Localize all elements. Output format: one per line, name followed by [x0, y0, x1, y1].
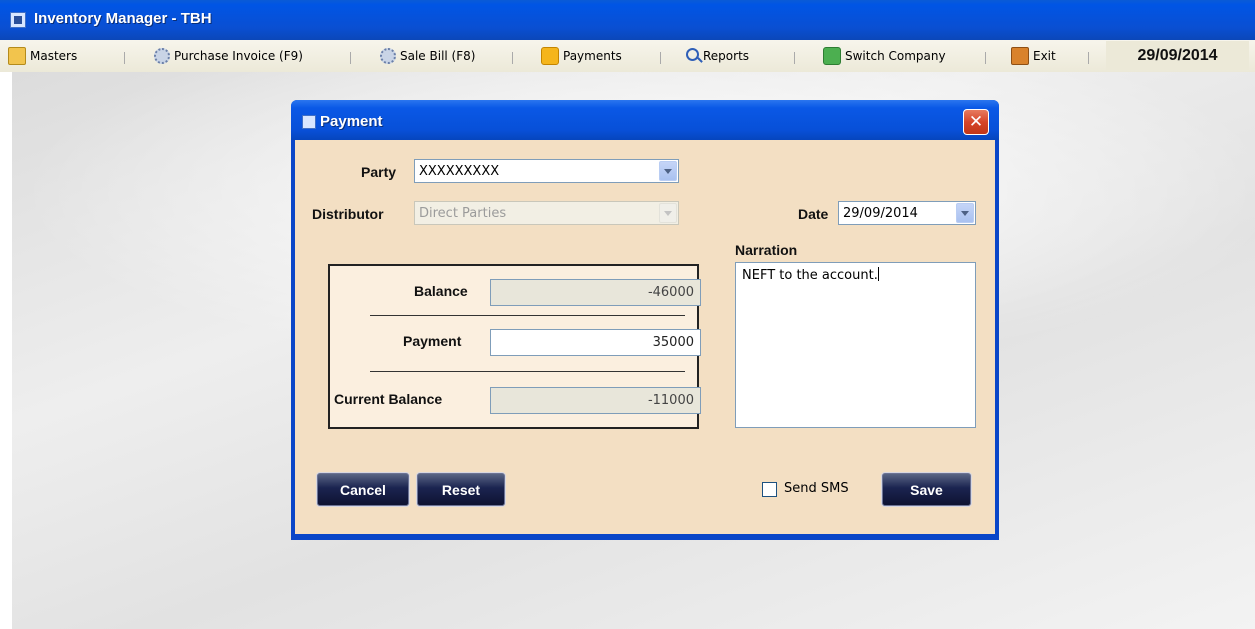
- chevron-down-icon: [659, 203, 677, 223]
- gear-icon: [380, 48, 396, 64]
- menu-reports[interactable]: Reports: [686, 47, 749, 65]
- menu-purchase-invoice[interactable]: Purchase Invoice (F9): [154, 47, 303, 65]
- menu-reports-label: Reports: [703, 49, 750, 63]
- current-balance-label: Current Balance: [334, 391, 443, 407]
- menu-separator: [660, 52, 661, 64]
- menu-exit[interactable]: Exit: [1011, 47, 1056, 65]
- send-sms-checkbox[interactable]: [762, 482, 777, 497]
- app-title: Inventory Manager - TBH: [34, 10, 212, 27]
- menu-masters[interactable]: Masters: [8, 47, 77, 65]
- distributor-select-value: Direct Parties: [419, 206, 507, 221]
- narration-textarea[interactable]: NEFT to the account.: [735, 262, 976, 428]
- balance-field: -46000: [490, 279, 701, 306]
- close-button[interactable]: ✕: [963, 109, 989, 135]
- dialog-title-bar[interactable]: Payment ✕: [291, 100, 999, 140]
- narration-label: Narration: [735, 242, 798, 258]
- menu-sale-bill[interactable]: Sale Bill (F8): [380, 47, 475, 65]
- current-balance-field: -11000: [490, 387, 701, 414]
- balance-panel: Balance -46000 Payment 35000 Current Bal…: [328, 264, 701, 429]
- menu-exit-label: Exit: [1033, 49, 1056, 63]
- divider: [370, 371, 685, 372]
- menu-switch-company-label: Switch Company: [845, 49, 946, 63]
- send-sms-label[interactable]: Send SMS: [784, 481, 849, 496]
- menu-payments[interactable]: Payments: [541, 47, 622, 65]
- exit-icon: [1011, 47, 1029, 65]
- dialog-title: Payment: [320, 113, 383, 130]
- distributor-label: Distributor: [312, 206, 384, 222]
- gear-icon: [154, 48, 170, 64]
- divider: [370, 315, 685, 316]
- search-icon: [686, 47, 699, 61]
- menu-separator: [985, 52, 986, 64]
- text-caret: [877, 267, 879, 281]
- menu-separator: [1088, 52, 1089, 64]
- menu-payments-label: Payments: [563, 49, 622, 63]
- close-icon: ✕: [968, 112, 984, 132]
- chevron-down-icon[interactable]: [659, 161, 677, 181]
- app-title-bar: Inventory Manager - TBH: [0, 0, 1255, 40]
- payments-icon: [541, 47, 559, 65]
- payment-input[interactable]: 35000: [490, 329, 701, 356]
- desktop-margin: [0, 72, 12, 629]
- dialog-body: Party XXXXXXXXX Distributor Direct Parti…: [295, 140, 995, 534]
- menu-separator: [794, 52, 795, 64]
- menu-purchase-invoice-label: Purchase Invoice (F9): [174, 49, 303, 63]
- application-window: Inventory Manager - TBH Masters Purchase…: [0, 0, 1255, 629]
- party-label: Party: [361, 164, 397, 180]
- menu-bar: Masters Purchase Invoice (F9) Sale Bill …: [0, 40, 1255, 73]
- menu-switch-company[interactable]: Switch Company: [823, 47, 946, 65]
- date-picker[interactable]: 29/09/2014: [838, 201, 976, 225]
- switch-company-icon: [823, 47, 841, 65]
- cancel-button-label: Cancel: [340, 481, 386, 498]
- narration-text: NEFT to the account.: [742, 268, 878, 283]
- app-icon: [10, 12, 26, 28]
- date-picker-value: 29/09/2014: [843, 206, 918, 221]
- menubar-date: 29/09/2014: [1106, 41, 1249, 70]
- menu-separator: [350, 52, 351, 64]
- payment-dialog: Payment ✕ Party XXXXXXXXX Distributor Di…: [291, 100, 999, 540]
- payment-label: Payment: [403, 333, 462, 349]
- save-button[interactable]: Save: [881, 472, 972, 507]
- chevron-down-icon[interactable]: [956, 203, 974, 223]
- folder-icon: [8, 47, 26, 65]
- menu-sale-bill-label: Sale Bill (F8): [400, 49, 476, 63]
- reset-button[interactable]: Reset: [416, 472, 506, 507]
- menu-separator: [124, 52, 125, 64]
- party-select[interactable]: XXXXXXXXX: [414, 159, 679, 183]
- menu-masters-label: Masters: [30, 49, 78, 63]
- date-label: Date: [798, 206, 829, 222]
- cancel-button[interactable]: Cancel: [316, 472, 410, 507]
- menu-separator: [512, 52, 513, 64]
- distributor-select: Direct Parties: [414, 201, 679, 225]
- dialog-icon: [302, 115, 316, 129]
- balance-label: Balance: [414, 283, 468, 299]
- save-button-label: Save: [910, 481, 943, 498]
- party-select-value: XXXXXXXXX: [419, 164, 500, 179]
- reset-button-label: Reset: [441, 481, 481, 498]
